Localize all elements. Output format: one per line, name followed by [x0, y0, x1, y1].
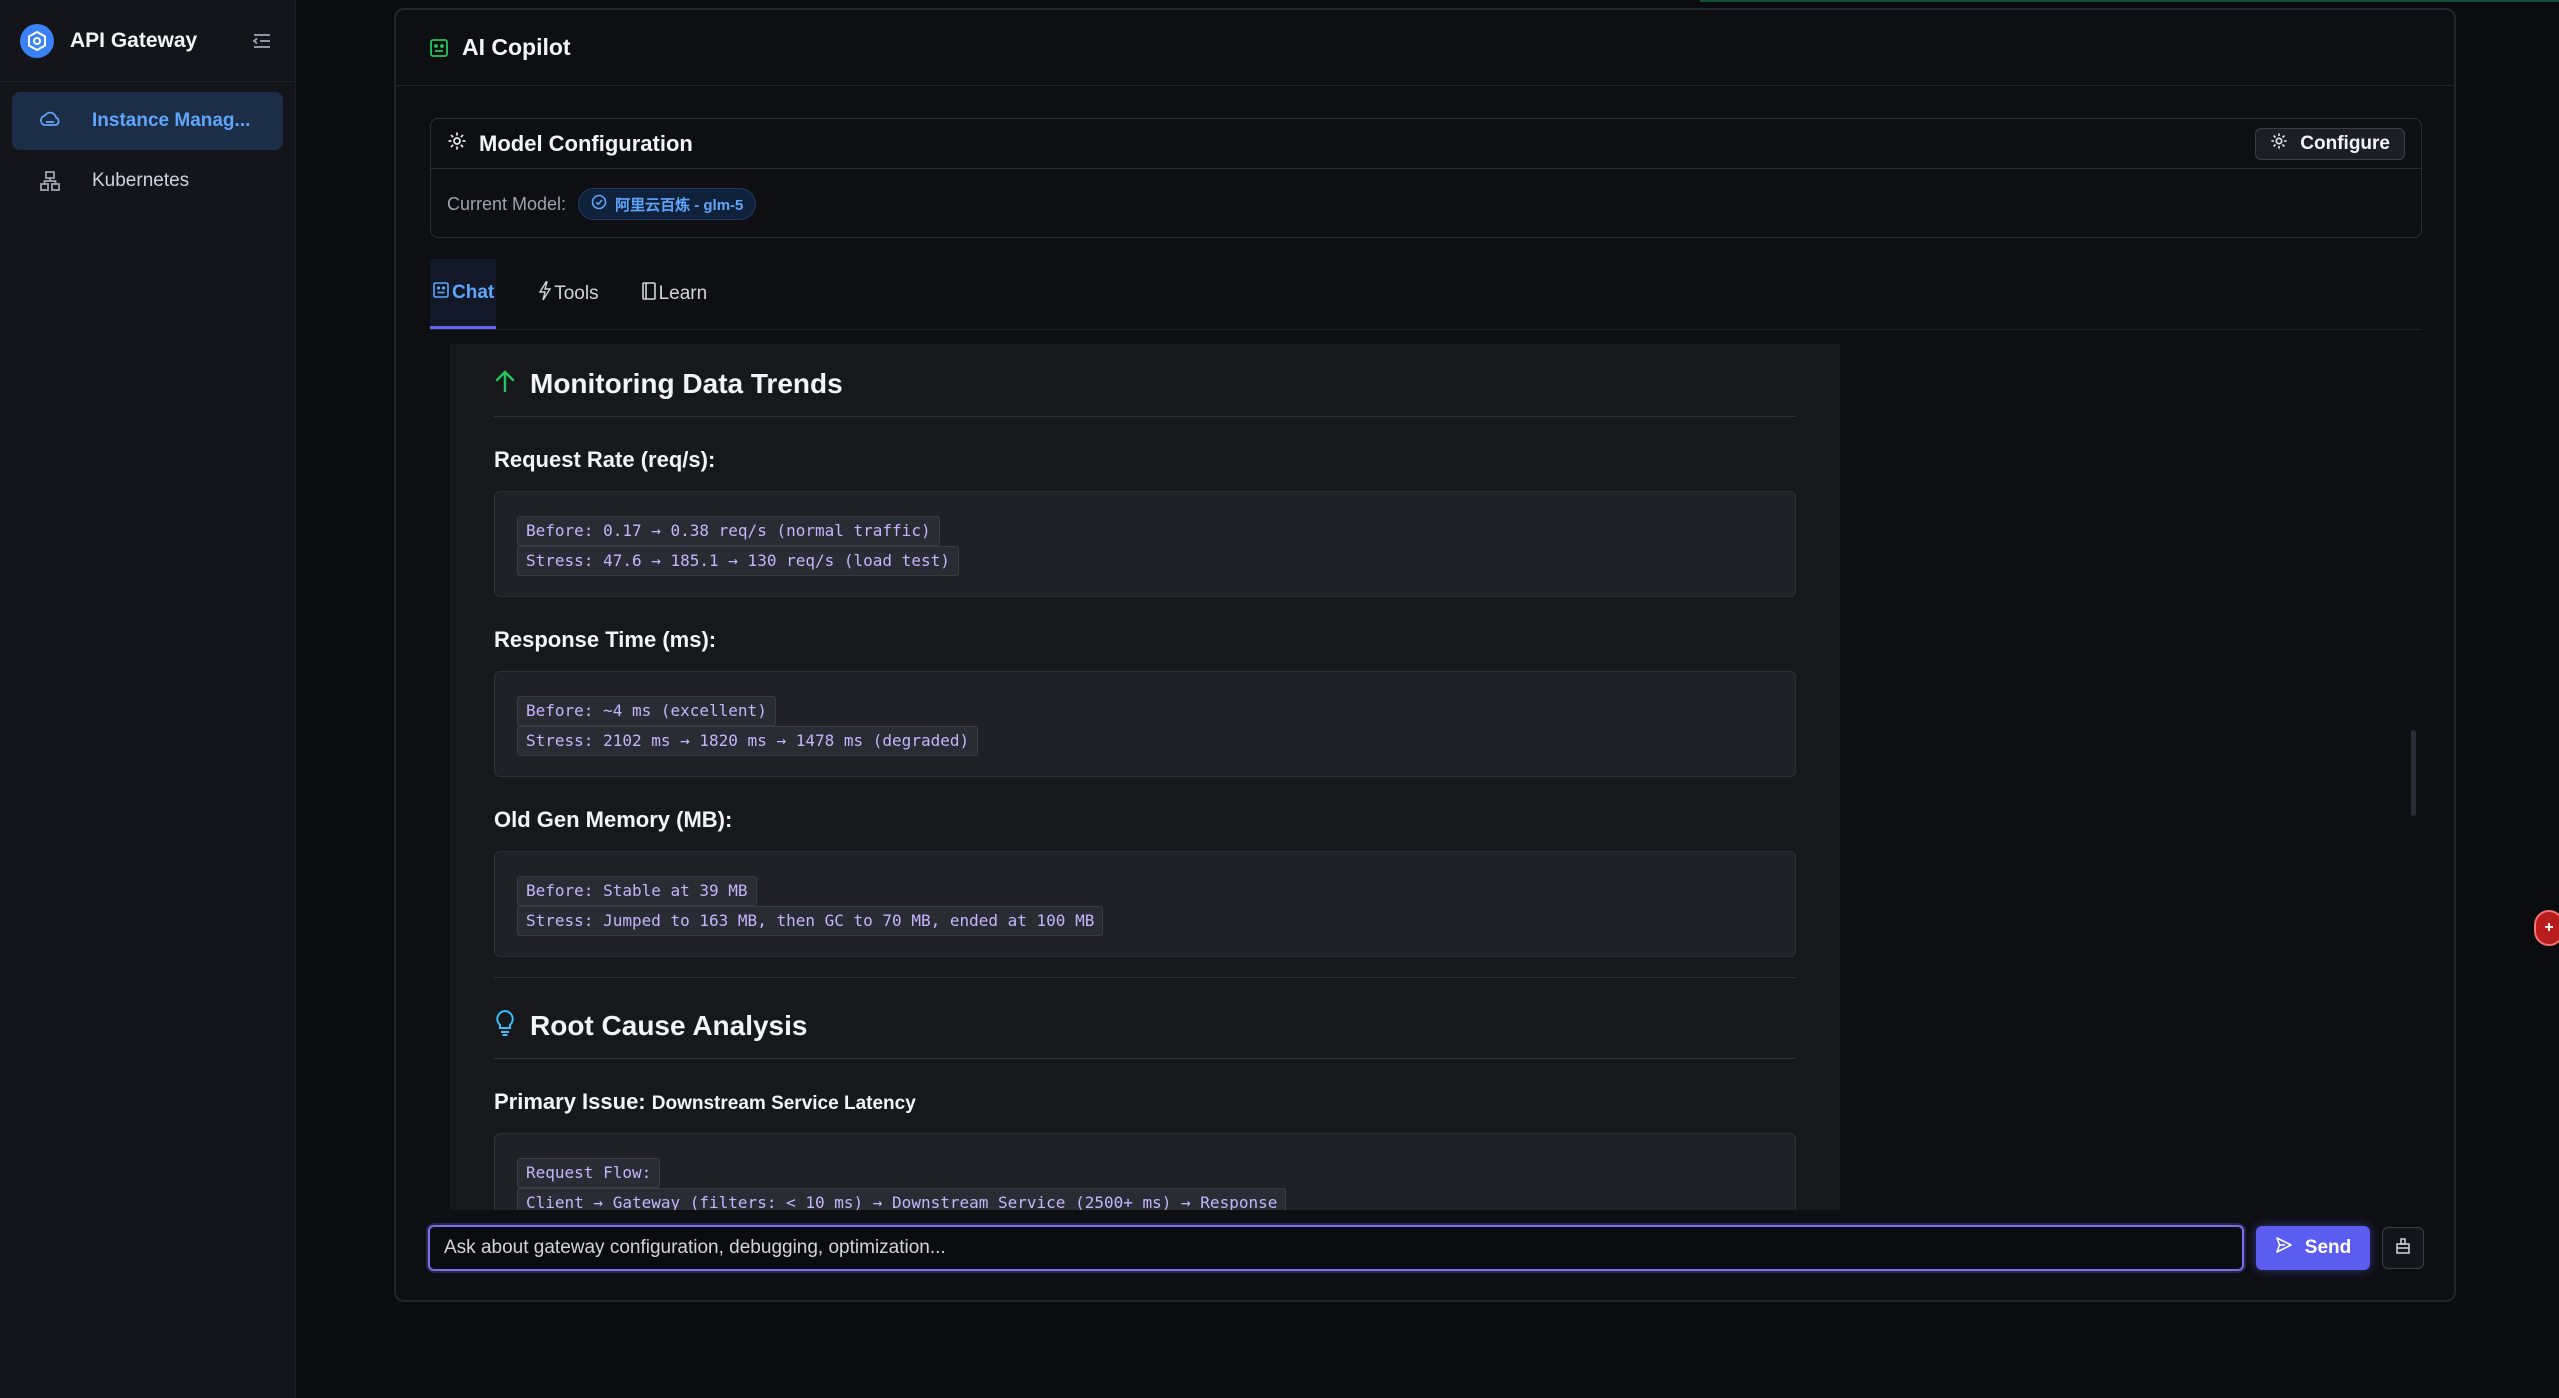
- panel-title: AI Copilot: [462, 34, 571, 60]
- code-block: Before: 0.17 → 0.38 req/s (normal traffi…: [494, 491, 1796, 597]
- code-line: Client → Gateway (filters: < 10 ms) → Do…: [517, 1188, 1287, 1210]
- chat-messages: Monitoring Data Trends Request Rate (req…: [450, 344, 1840, 1210]
- clear-chat-button[interactable]: [2382, 1227, 2424, 1269]
- section-heading-monitoring: Monitoring Data Trends: [494, 358, 1796, 410]
- send-button[interactable]: Send: [2256, 1226, 2370, 1270]
- sidebar-item-label: Instance Manag...: [92, 110, 251, 131]
- section-divider: [494, 416, 1796, 417]
- code-line: Request Flow:: [517, 1158, 661, 1188]
- subheading: Old Gen Memory (MB):: [494, 807, 733, 832]
- configure-button[interactable]: Configure: [2255, 127, 2405, 160]
- api-gateway-logo-icon: [20, 23, 54, 58]
- assistant-message: Monitoring Data Trends Request Rate (req…: [450, 344, 1840, 1210]
- primary-issue: Primary Issue: Downstream Service Latenc…: [494, 1089, 1796, 1115]
- broom-icon: [2394, 1237, 2412, 1260]
- tab-chat[interactable]: Chat: [430, 259, 497, 329]
- model-configuration-header: Model Configuration Configure: [431, 119, 2421, 169]
- code-line: Stress: Jumped to 163 MB, then GC to 70 …: [517, 906, 1104, 936]
- floating-help-icon[interactable]: +: [2534, 910, 2559, 946]
- code-line: Stress: 2102 ms → 1820 ms → 1478 ms (deg…: [517, 726, 979, 756]
- arrow-up-icon: [494, 368, 516, 400]
- robot-icon: [428, 37, 450, 59]
- sidebar: API Gateway Instance Manag... Kubernetes: [0, 0, 296, 1398]
- brand: API Gateway: [0, 0, 295, 82]
- tab-label: Tools: [554, 283, 599, 304]
- ai-copilot-panel: AI Copilot Model Configuration Configure…: [394, 8, 2456, 1302]
- panel-header: AI Copilot: [396, 10, 2454, 86]
- code-block: Request Flow: Client → Gateway (filters:…: [494, 1133, 1796, 1210]
- code-line: Stress: 47.6 → 185.1 → 130 req/s (load t…: [517, 546, 959, 576]
- sidebar-item-kubernetes[interactable]: Kubernetes: [12, 152, 283, 210]
- subheading: Request Rate (req/s):: [494, 447, 716, 472]
- collapse-sidebar-icon[interactable]: [249, 28, 275, 54]
- chat-input[interactable]: [428, 1225, 2244, 1271]
- chat-input-row: Send: [428, 1224, 2424, 1272]
- gear-icon: [2270, 132, 2288, 156]
- book-icon: [641, 281, 657, 307]
- model-configuration-title: Model Configuration: [479, 130, 693, 156]
- current-model-value: 阿里云百炼 - glm-5: [615, 196, 744, 214]
- primary-issue-label: Primary Issue:: [494, 1089, 646, 1114]
- chat-scrollbar[interactable]: [2411, 730, 2416, 816]
- check-circle-icon: [591, 194, 607, 214]
- code-block: Before: Stable at 39 MB Stress: Jumped t…: [494, 851, 1796, 957]
- tab-label: Learn: [658, 283, 708, 304]
- configure-label: Configure: [2300, 132, 2390, 154]
- copilot-tabs: Chat Tools Learn: [430, 259, 2422, 330]
- primary-issue-value: Downstream Service Latency: [651, 1093, 916, 1114]
- sidebar-item-instance-management[interactable]: Instance Manag...: [12, 92, 283, 150]
- chat-icon: [432, 281, 450, 305]
- lightning-icon: [538, 281, 552, 307]
- sidebar-nav: Instance Manag... Kubernetes: [0, 82, 295, 222]
- gear-icon: [447, 131, 467, 156]
- section-heading-text: Monitoring Data Trends: [530, 368, 843, 399]
- send-label: Send: [2304, 1237, 2352, 1258]
- tab-label: Chat: [452, 281, 495, 303]
- code-line: Before: Stable at 39 MB: [517, 876, 757, 906]
- tab-tools[interactable]: Tools: [538, 259, 599, 329]
- section-divider: [494, 1058, 1796, 1059]
- tab-learn[interactable]: Learn: [641, 259, 708, 329]
- code-line: Before: ~4 ms (excellent): [517, 696, 776, 726]
- code-block: Before: ~4 ms (excellent) Stress: 2102 m…: [494, 671, 1796, 777]
- model-configuration-body: Current Model: 阿里云百炼 - glm-5: [431, 169, 2421, 239]
- sidebar-item-label: Kubernetes: [92, 170, 190, 191]
- section-heading-root-cause: Root Cause Analysis: [494, 1000, 1796, 1052]
- instance-icon: [38, 109, 62, 133]
- model-configuration-card: Model Configuration Configure Current Mo…: [430, 118, 2422, 238]
- current-model-label: Current Model:: [447, 193, 567, 214]
- app-title: API Gateway: [70, 28, 198, 52]
- code-line: Before: 0.17 → 0.38 req/s (normal traffi…: [517, 516, 940, 546]
- section-heading-text: Root Cause Analysis: [530, 1010, 808, 1041]
- lightbulb-icon: [494, 1009, 516, 1044]
- top-accent-line: [1700, 0, 2559, 2]
- subheading: Response Time (ms):: [494, 627, 717, 652]
- send-icon: [2275, 1236, 2293, 1260]
- current-model-tag: 阿里云百炼 - glm-5: [578, 188, 757, 220]
- kubernetes-icon: [38, 169, 62, 193]
